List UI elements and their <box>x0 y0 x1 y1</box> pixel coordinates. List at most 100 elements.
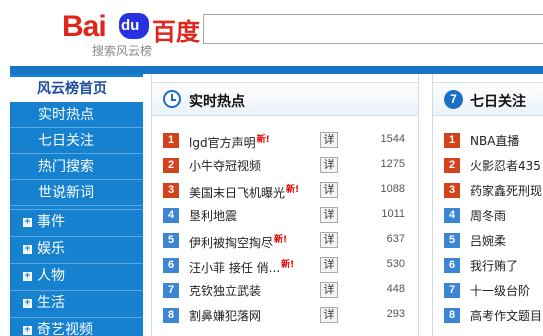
sidebar-cat-entertainment[interactable]: + 娱乐 <box>10 236 143 261</box>
rank-badge: 7 <box>163 283 179 298</box>
realtime-item-link[interactable]: lgd官方声明新! <box>189 132 270 151</box>
search-input[interactable] <box>203 14 543 44</box>
realtime-panel-title: 实时热点 <box>189 94 245 110</box>
realtime-panel-header: 实时热点 <box>152 82 418 116</box>
plus-icon[interactable]: + <box>23 244 32 254</box>
realtime-item-link[interactable]: 汪小菲 接任 俏...新! <box>189 257 294 276</box>
sidebar-item-realtime[interactable]: 实时热点 <box>10 103 143 128</box>
weekly-row: 3 药家鑫死刑现 <box>433 177 543 202</box>
sidebar-item-new-words[interactable]: 世说新词 <box>10 181 143 206</box>
weekly-item-link[interactable]: 十一级台阶 <box>470 282 530 299</box>
realtime-row: 7 克钦独立武装 详 448 <box>152 277 418 302</box>
weekly-item-link[interactable]: 周冬雨 <box>470 207 506 224</box>
search-count: 448 <box>386 283 405 295</box>
weekly-row: 8 高考作文题目 <box>433 302 543 327</box>
realtime-panel: 实时热点 1 lgd官方声明新! 详 1544 2 小牛夺冠视频详 1275 3 美国末日飞机曝… <box>151 74 419 336</box>
realtime-item-link[interactable]: 小牛夺冠视频 <box>189 157 261 174</box>
item-text: lgd官方声明 <box>189 136 256 150</box>
weekly-row: 4 周冬雨 <box>433 202 543 227</box>
item-text: 割鼻嫌犯落网 <box>189 309 262 323</box>
new-badge: 新! <box>286 185 300 195</box>
rank-badge: 6 <box>163 258 179 273</box>
item-text: 垦利地震 <box>189 209 238 223</box>
realtime-item-link[interactable]: 克钦独立武装 <box>189 282 261 299</box>
detail-button[interactable]: 详 <box>320 257 338 273</box>
weekly-item-link[interactable]: 药家鑫死刑现 <box>470 182 542 199</box>
sidebar-item-weekly[interactable]: 七日关注 <box>10 129 143 154</box>
plus-icon[interactable]: + <box>23 298 32 308</box>
new-badge: 新! <box>256 135 270 145</box>
sidebar-cat-events[interactable]: + 事件 <box>10 209 143 234</box>
weekly-row: 2 火影忍者435 <box>433 152 543 177</box>
new-badge: 新! <box>281 260 295 270</box>
weekly-row: 5 吕婉柔 <box>433 227 543 252</box>
realtime-row: 5 伊利被掏空掏尽新! 详 637 <box>152 227 418 252</box>
sidebar-cat-people[interactable]: + 人物 <box>10 263 143 288</box>
new-badge: 新! <box>274 235 288 245</box>
weekly-item-link[interactable]: NBA直播 <box>470 132 519 149</box>
detail-button[interactable]: 详 <box>320 207 338 223</box>
header: Bai du 百度 搜索风云榜 <box>0 0 543 64</box>
weekly-row: 1 NBA直播 <box>433 127 543 152</box>
rank-badge: 2 <box>163 158 179 173</box>
detail-button[interactable]: 详 <box>320 132 338 148</box>
realtime-row: 4 垦利地震 详 1011 <box>152 202 418 227</box>
weekly-item-link[interactable]: 吕婉柔 <box>470 232 506 249</box>
logo-chinese: 百度 <box>152 18 200 46</box>
rank-badge: 1 <box>444 133 460 148</box>
rank-badge: 3 <box>444 183 460 198</box>
clock-icon <box>163 90 181 108</box>
weekly-item-link[interactable]: 高考作文题目 <box>470 307 542 324</box>
rank-badge: 2 <box>444 158 460 173</box>
search-count: 1275 <box>380 158 405 170</box>
weekly-row: 6 我行贿了 <box>433 252 543 277</box>
item-text: 小牛夺冠视频 <box>189 159 262 173</box>
item-text: NBA直播 <box>470 134 520 148</box>
rank-badge: 5 <box>444 233 460 248</box>
realtime-item-link[interactable]: 割鼻嫌犯落网 <box>189 307 261 324</box>
rank-badge: 4 <box>163 208 179 223</box>
search-count: 530 <box>386 258 405 270</box>
plus-icon[interactable]: + <box>23 325 32 335</box>
item-text: 高考作文题目 <box>470 309 543 323</box>
weekly-item-link[interactable]: 火影忍者435 <box>470 157 541 174</box>
seven-icon: 7 <box>444 90 463 109</box>
weekly-item-link[interactable]: 我行贿了 <box>470 257 518 274</box>
detail-button[interactable]: 详 <box>320 282 338 298</box>
item-text: 美国末日飞机曝光 <box>189 186 286 200</box>
rank-badge: 4 <box>444 208 460 223</box>
rank-badge: 8 <box>444 308 460 323</box>
realtime-item-link[interactable]: 美国末日飞机曝光新! <box>189 182 299 201</box>
item-text: 汪小菲 接任 俏... <box>189 261 281 275</box>
rank-badge: 8 <box>163 308 179 323</box>
sidebar-cat-video[interactable]: + 奇艺视频 <box>10 317 143 336</box>
item-text: 伊利被掏空掏尽 <box>189 236 274 250</box>
plus-icon[interactable]: + <box>23 217 32 227</box>
item-text: 我行贿了 <box>470 259 519 273</box>
rank-badge: 7 <box>444 283 460 298</box>
realtime-row: 6 汪小菲 接任 俏...新! 详 530 <box>152 252 418 277</box>
detail-button[interactable]: 详 <box>320 157 338 173</box>
plus-icon[interactable]: + <box>23 271 32 281</box>
logo-subtitle: 搜索风云榜 <box>92 44 153 58</box>
realtime-row: 8 割鼻嫌犯落网 详 293 <box>152 302 418 327</box>
realtime-row: 3 美国末日飞机曝光新! 详 1088 <box>152 177 418 202</box>
item-text: 火影忍者435 <box>470 159 541 173</box>
sidebar-item-hot-search[interactable]: 热门搜索 <box>10 155 143 180</box>
sidebar: 风云榜首页 实时热点 七日关注 热门搜索 世说新词 + 事件 + 娱乐 + 人物 + 生… <box>10 74 143 336</box>
baidu-logo[interactable]: Bai du 百度 搜索风云榜 <box>62 8 202 58</box>
detail-button[interactable]: 详 <box>320 182 338 198</box>
detail-button[interactable]: 详 <box>320 232 338 248</box>
realtime-row: 1 lgd官方声明新! 详 1544 <box>152 127 418 152</box>
rank-badge: 6 <box>444 258 460 273</box>
realtime-item-link[interactable]: 伊利被掏空掏尽新! <box>189 232 287 251</box>
sidebar-cat-life[interactable]: + 生活 <box>10 290 143 315</box>
realtime-item-link[interactable]: 垦利地震 <box>189 207 237 224</box>
detail-button[interactable]: 详 <box>320 307 338 323</box>
search-count: 637 <box>386 233 405 245</box>
weekly-panel-header: 7 七日关注 <box>433 82 543 116</box>
sidebar-item-home[interactable]: 风云榜首页 <box>10 77 143 102</box>
search-count: 1011 <box>381 208 405 220</box>
item-text: 吕婉柔 <box>470 234 507 248</box>
rank-badge: 1 <box>163 133 179 148</box>
